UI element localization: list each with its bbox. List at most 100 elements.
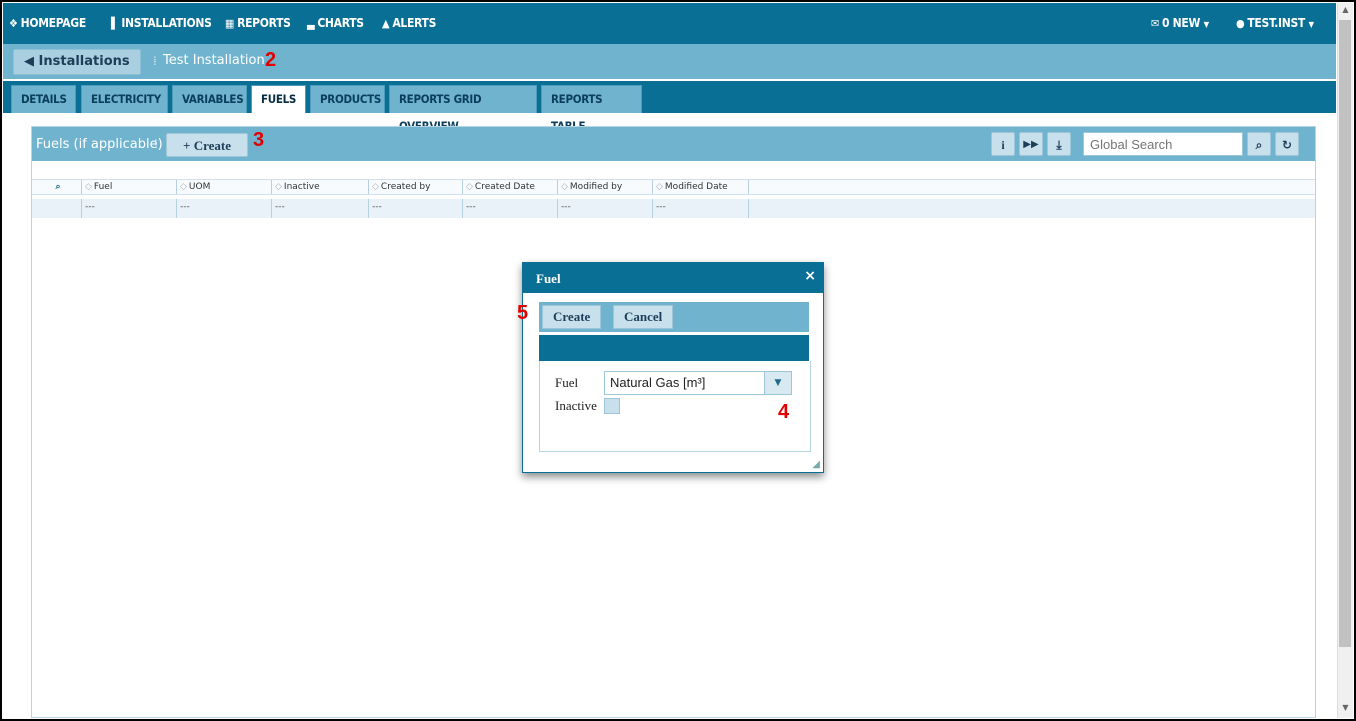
sort-icon: ◇ <box>180 182 187 192</box>
nav-charts[interactable]: ▃ CHARTS <box>307 3 364 44</box>
table-cell: --- <box>557 199 652 218</box>
dialog-cancel-button[interactable]: Cancel <box>613 305 674 329</box>
fast-forward-button[interactable]: ▶▶ <box>1019 132 1043 156</box>
dialog-header[interactable]: Fuel × <box>523 263 823 293</box>
tab-fuels[interactable]: FUELS <box>251 85 306 113</box>
nav-homepage[interactable]: ❖ HOMEPAGE <box>9 3 86 44</box>
search-button[interactable]: ⌕ <box>1247 132 1271 156</box>
nav-homepage-label: HOMEPAGE <box>20 16 87 30</box>
table-cell: --- <box>652 199 749 218</box>
refresh-button[interactable]: ↻ <box>1275 132 1299 156</box>
row-selector <box>32 199 81 218</box>
grid-search-icon[interactable]: ⌕ <box>32 180 81 194</box>
user-dropdown[interactable]: ● TEST.INST ▼ <box>1236 3 1314 44</box>
fuel-select-value: Natural Gas [m³] <box>610 375 706 390</box>
column-label: Modified Date <box>664 182 728 192</box>
back-label: Installations <box>38 54 130 69</box>
nav-installations[interactable]: ▌ INSTALLATIONS <box>111 3 212 44</box>
fuel-dialog: Fuel × Create Cancel Fuel Natural Gas [m… <box>522 262 824 473</box>
sort-icon: ◇ <box>656 182 663 192</box>
fuel-select[interactable]: Natural Gas [m³] ▼ <box>604 371 792 395</box>
toolbar-separator: ⁞ <box>154 137 158 151</box>
scrollbar-thumb[interactable] <box>1339 20 1351 647</box>
column-header-fuel[interactable]: ◇ Fuel <box>81 180 176 194</box>
tab-variables[interactable]: VARIABLES <box>172 85 247 113</box>
column-header-inactive[interactable]: ◇ Inactive <box>271 180 368 194</box>
fuel-field-label: Fuel <box>555 375 579 390</box>
warning-icon: ▲ <box>382 17 390 30</box>
column-label: UOM <box>188 182 211 192</box>
annotation-2: 2 <box>265 49 277 71</box>
column-label: Modified by <box>569 182 623 192</box>
inactive-field-label: Inactive <box>555 398 597 413</box>
nav-reports-label: REPORTS <box>237 16 291 30</box>
user-name: TEST.INST <box>1247 16 1305 30</box>
table-cell: --- <box>368 199 462 218</box>
fast-forward-icon: ▶▶ <box>1023 139 1039 150</box>
chevron-down-icon[interactable]: ▼ <box>764 372 791 394</box>
search-icon: ⌕ <box>1255 138 1263 152</box>
factory-icon: ▌ <box>111 17 119 30</box>
breadcrumb: ◀ Installations ⁞ Test Installation 2 <box>3 44 1336 79</box>
column-header-created-date[interactable]: ◇ Created Date <box>462 180 557 194</box>
messages-dropdown[interactable]: ✉ 0 NEW ▼ <box>1151 3 1209 44</box>
table-cell: --- <box>176 199 271 218</box>
tab-details[interactable]: DETAILS <box>11 85 76 113</box>
close-icon[interactable]: × <box>804 268 816 284</box>
nav-alerts-label: ALERTS <box>392 16 437 30</box>
nav-alerts[interactable]: ▲ ALERTS <box>382 3 436 44</box>
caret-down-icon: ▼ <box>1203 20 1210 29</box>
resize-handle-icon[interactable]: ◢ <box>812 459 820 470</box>
table-cell: --- <box>271 199 368 218</box>
dialog-form: Fuel Natural Gas [m³] ▼ Inactive <box>539 361 811 452</box>
column-label: Fuel <box>93 182 113 192</box>
sort-icon: ◇ <box>85 182 92 192</box>
table-cell: --- <box>462 199 557 218</box>
caret-down-icon: ▼ <box>1308 20 1314 29</box>
breadcrumb-separator: ⁞ <box>153 54 157 68</box>
column-header-uom[interactable]: ◇ UOM <box>176 180 271 194</box>
info-button[interactable]: i <box>991 132 1015 156</box>
download-button[interactable]: ⤓ <box>1047 132 1071 156</box>
column-header-created-by[interactable]: ◇ Created by <box>368 180 462 194</box>
scroll-up-icon[interactable]: ▲ <box>1338 5 1353 14</box>
table-cell: --- <box>81 199 176 218</box>
global-search-input[interactable] <box>1083 132 1243 156</box>
grid-header: ⌕ ◇ Fuel ◇ UOM ◇ Inactive ◇ Created by ◇ Crea… <box>32 179 1315 195</box>
column-label: Created Date <box>474 182 535 192</box>
nav-charts-label: CHARTS <box>317 16 364 30</box>
sort-icon: ◇ <box>275 182 282 192</box>
panel-title: Fuels (if applicable) <box>36 137 163 152</box>
create-button[interactable]: + Create <box>166 133 248 157</box>
tab-reports-grid-overview[interactable]: REPORTS GRID OVERVIEW <box>389 85 537 133</box>
plus-icon: + <box>183 138 191 153</box>
sort-icon: ◇ <box>466 182 473 192</box>
column-header-modified-by[interactable]: ◇ Modified by <box>557 180 652 194</box>
table-row[interactable]: --- --- --- --- --- --- --- <box>32 199 1315 218</box>
column-header-modified-date[interactable]: ◇ Modified Date <box>652 180 749 194</box>
top-navigation: ❖ HOMEPAGE ▌ INSTALLATIONS ▦ REPORTS ▃ CHART… <box>3 3 1336 44</box>
page-scrollbar[interactable]: ▲ ▼ <box>1337 3 1353 718</box>
refresh-icon: ↻ <box>1281 138 1293 152</box>
dialog-toolbar: Create Cancel <box>539 302 809 332</box>
calendar-icon: ▦ <box>225 17 235 30</box>
circle-arrow-left-icon: ◀ <box>24 54 34 69</box>
dialog-create-button[interactable]: Create <box>542 305 602 329</box>
info-icon: i <box>1001 138 1005 152</box>
column-label: Inactive <box>283 182 320 192</box>
annotation-4: 4 <box>778 401 790 423</box>
tab-bar: DETAILS ELECTRICITY VARIABLES FUELS PROD… <box>3 81 1336 133</box>
tab-electricity[interactable]: ELECTRICITY <box>81 85 168 113</box>
nav-reports[interactable]: ▦ REPORTS <box>225 3 291 44</box>
sort-icon: ◇ <box>372 182 379 192</box>
back-to-installations-button[interactable]: ◀ Installations <box>13 49 141 75</box>
grid-toolbar: Fuels (if applicable) ⁞ + Create 3 i ▶▶ … <box>32 127 1315 161</box>
bar-chart-icon: ▃ <box>307 17 315 30</box>
create-label: Create <box>193 138 231 153</box>
messages-count: 0 NEW <box>1162 16 1201 30</box>
tab-reports-table[interactable]: REPORTS TABLE <box>541 85 642 133</box>
inactive-checkbox[interactable] <box>604 398 620 414</box>
scroll-down-icon[interactable]: ▼ <box>1338 703 1353 712</box>
dialog-title: Fuel <box>536 271 561 286</box>
tab-products[interactable]: PRODUCTS <box>310 85 385 113</box>
